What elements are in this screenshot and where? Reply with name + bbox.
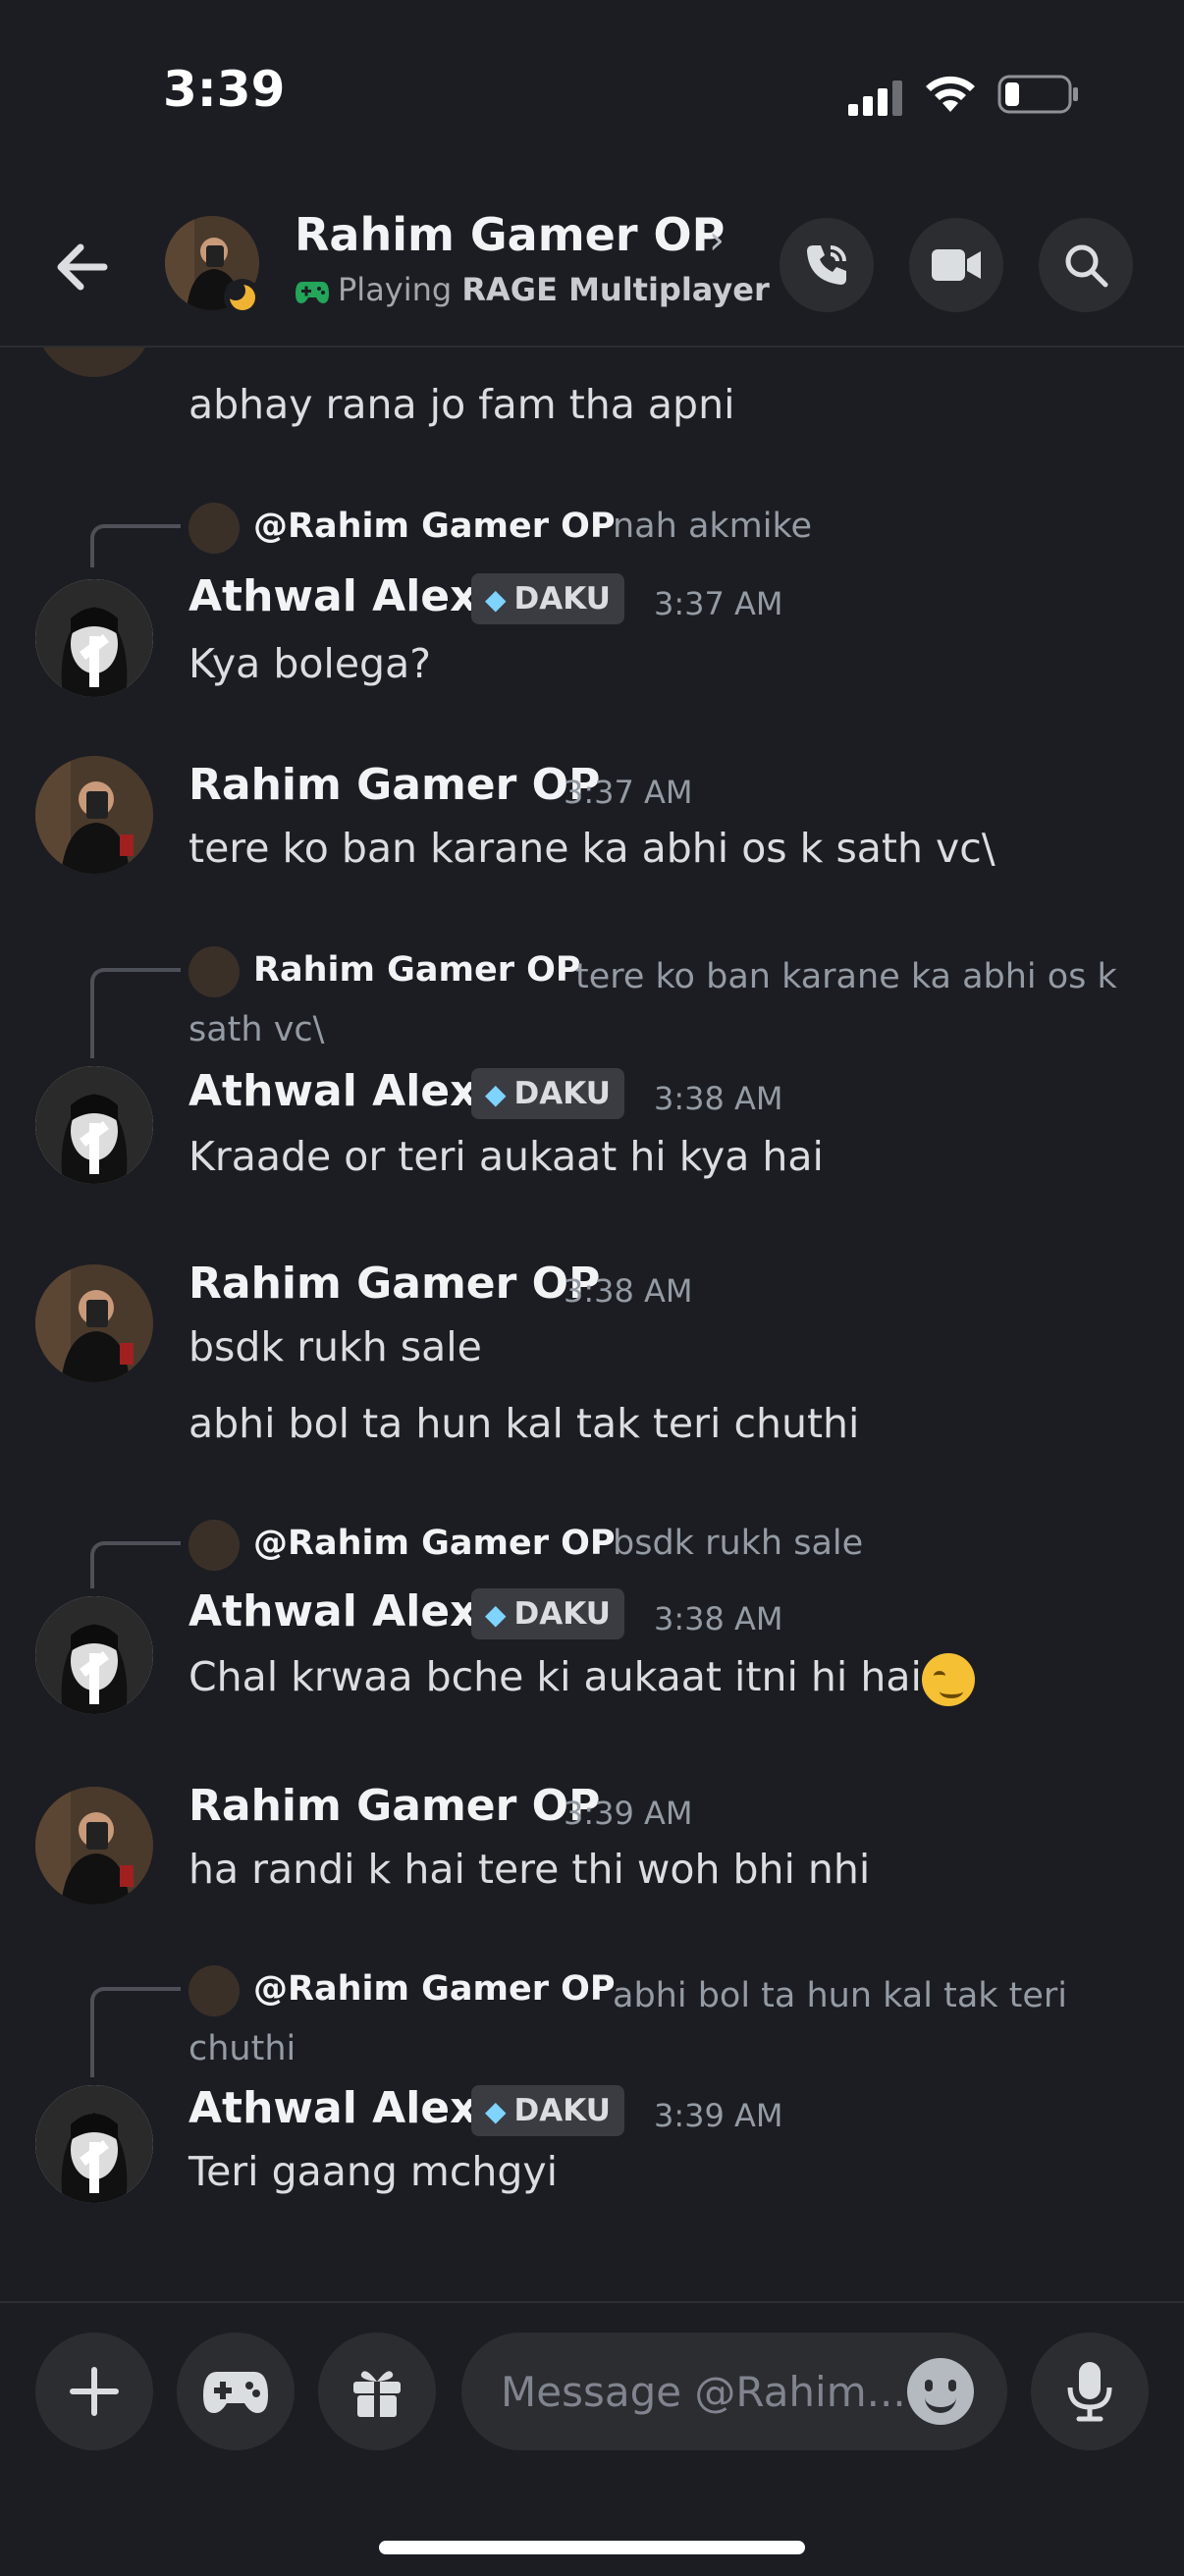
reply-preview[interactable]: tere ko ban karane ka abhi os k sath vc\ — [188, 950, 1131, 1056]
diamond-icon: ◆ — [485, 1597, 507, 1631]
message-text: tere ko ban karane ka abhi os k sath vc\ — [188, 825, 996, 872]
activity-prefix: Playing — [338, 271, 453, 308]
reply-avatar — [188, 503, 240, 554]
avatar-photo — [35, 1264, 153, 1382]
clan-tag-label: DAKU — [513, 2093, 611, 2128]
message-text: Kya bolega? — [188, 640, 431, 687]
microphone-icon — [1067, 2362, 1112, 2422]
message-text: bsdk rukh sale — [188, 1323, 482, 1370]
reply-avatar — [188, 1520, 240, 1571]
message-text: abhi bol ta hun kal tak teri chuthi — [188, 1400, 860, 1447]
message-timestamp: 3:37 AM — [654, 585, 783, 622]
message-timestamp: 3:38 AM — [654, 1080, 783, 1117]
gamepad-activity-icon — [296, 282, 329, 303]
avatar[interactable] — [35, 348, 153, 377]
search-icon — [1065, 244, 1108, 288]
message-timestamp: 3:37 AM — [564, 774, 693, 811]
video-call-button[interactable] — [909, 218, 1003, 312]
reply-connector — [90, 968, 181, 1058]
reply-preview[interactable]: abhi bol ta hun kal tak teri chuthi — [188, 1969, 1131, 2075]
message-author[interactable]: Athwal Alexx — [188, 1586, 506, 1637]
reply-connector — [90, 1987, 181, 2077]
battery-icon — [997, 75, 1078, 114]
message-list[interactable]: abhay rana jo fam tha apni @Rahim Gamer … — [0, 348, 1184, 2301]
message-input[interactable]: Message @Rahim... — [461, 2333, 1007, 2450]
search-button[interactable] — [1039, 218, 1133, 312]
message-timestamp: 3:39 AM — [564, 1795, 693, 1832]
avatar[interactable] — [35, 756, 153, 874]
message-text: Chal krwaa bche ki aukaat itni hi hai — [188, 1653, 975, 1706]
avatar[interactable] — [35, 1066, 153, 1184]
reply-connector — [90, 1541, 181, 1588]
message-text: Kraade or teri aukaat hi kya hai — [188, 1133, 824, 1180]
reply-mention[interactable]: @Rahim Gamer OP — [253, 1524, 616, 1563]
avatar-art — [35, 1066, 153, 1184]
reply-preview[interactable]: bsdk rukh sale — [613, 1524, 863, 1563]
avatar[interactable] — [35, 1264, 153, 1382]
smirk-emoji-icon — [921, 1653, 975, 1706]
avatar-art — [35, 1596, 153, 1714]
message-author[interactable]: Rahim Gamer OP — [188, 1781, 600, 1831]
attach-button[interactable] — [35, 2333, 153, 2450]
activities-button[interactable] — [177, 2333, 295, 2450]
message-text: ha randi k hai tere thi woh bhi nhi — [188, 1846, 871, 1893]
message-timestamp: 3:39 AM — [654, 2097, 783, 2134]
clan-tag[interactable]: ◆ DAKU — [471, 1588, 624, 1639]
avatar[interactable] — [35, 1596, 153, 1714]
avatar-art — [35, 2085, 153, 2203]
header-activity: Playing RAGE Multiplayer — [295, 271, 770, 308]
avatar-photo — [35, 1787, 153, 1905]
diamond-icon: ◆ — [485, 1077, 507, 1110]
clan-tag-label: DAKU — [513, 1076, 611, 1111]
message-timestamp: 3:38 AM — [654, 1600, 783, 1637]
diamond-icon: ◆ — [485, 582, 507, 616]
dm-header: Rahim Gamer OP › Playing RAGE Multiplaye… — [0, 177, 1184, 348]
header-username[interactable]: Rahim Gamer OP — [295, 208, 725, 261]
gift-icon — [353, 2371, 401, 2417]
clan-tag-label: DAKU — [513, 1596, 611, 1632]
status-bar: 3:39 — [0, 0, 1184, 177]
message-text-body: Chal krwaa bche ki aukaat itni hi hai — [188, 1653, 922, 1700]
emoji-icon[interactable] — [907, 2358, 974, 2425]
message-text: abhay rana jo fam tha apni — [188, 381, 735, 428]
avatar-photo — [35, 756, 153, 874]
clan-tag-label: DAKU — [513, 581, 611, 617]
message-text: Teri gaang mchgyi — [188, 2148, 559, 2195]
message-input-placeholder: Message @Rahim... — [501, 2368, 906, 2416]
clan-tag[interactable]: ◆ DAKU — [471, 573, 624, 624]
voice-call-button[interactable] — [780, 218, 874, 312]
plus-icon — [70, 2367, 119, 2416]
clan-tag[interactable]: ◆ DAKU — [471, 1068, 624, 1119]
wifi-icon — [926, 76, 975, 112]
clan-tag[interactable]: ◆ DAKU — [471, 2085, 624, 2136]
avatar[interactable] — [35, 2085, 153, 2203]
gift-button[interactable] — [318, 2333, 436, 2450]
message-author[interactable]: Athwal Alexx — [188, 1066, 506, 1116]
activity-game: RAGE Multiplayer — [461, 271, 770, 308]
reply-preview[interactable]: nah akmike — [613, 507, 812, 546]
idle-status-icon — [224, 279, 261, 316]
gamepad-icon — [203, 2372, 268, 2413]
message-author[interactable]: Athwal Alexx — [188, 2083, 506, 2133]
home-indicator[interactable] — [379, 2541, 805, 2554]
message-timestamp: 3:38 AM — [564, 1272, 693, 1310]
diamond-icon: ◆ — [485, 2094, 507, 2127]
message-composer: Message @Rahim... — [0, 2301, 1184, 2576]
avatar[interactable] — [35, 579, 153, 697]
cellular-signal-icon — [848, 80, 902, 116]
avatar-art — [35, 579, 153, 697]
back-arrow-icon[interactable] — [47, 232, 118, 302]
avatar[interactable] — [35, 1787, 153, 1905]
phone-call-icon — [807, 245, 846, 285]
reply-connector — [90, 524, 181, 567]
status-time: 3:39 — [163, 61, 286, 118]
message-author[interactable]: Rahim Gamer OP — [188, 1259, 600, 1309]
message-author[interactable]: Rahim Gamer OP — [188, 760, 600, 810]
reply-mention[interactable]: @Rahim Gamer OP — [253, 507, 616, 546]
voice-message-button[interactable] — [1031, 2333, 1149, 2450]
message-author[interactable]: Athwal Alexx — [188, 571, 506, 621]
video-camera-icon — [932, 249, 981, 281]
chevron-right-icon[interactable]: › — [709, 218, 725, 263]
